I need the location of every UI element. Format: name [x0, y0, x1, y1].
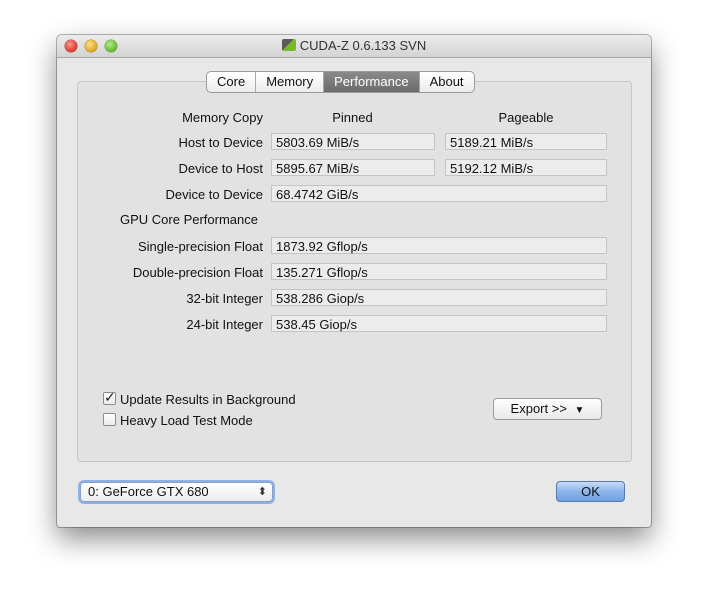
int32-value: 538.286 Giop/s — [271, 289, 607, 306]
device-to-device-label: Device to Device — [165, 187, 263, 202]
heavy-load-checkbox[interactable] — [103, 413, 116, 426]
checkmark-icon: ✓ — [104, 389, 116, 405]
window-title: CUDA-Z 0.6.133 SVN — [299, 38, 427, 53]
device-to-host-pinned-value: 5895.67 MiB/s — [271, 159, 435, 176]
device-to-host-pageable-value: 5192.12 MiB/s — [445, 159, 607, 176]
ok-button[interactable]: OK — [556, 481, 625, 502]
device-select-value: 0: GeForce GTX 680 — [88, 484, 209, 499]
double-precision-float-label: Double-precision Float — [132, 265, 263, 280]
update-background-label[interactable]: Update Results in Background — [120, 392, 296, 407]
window-title-group: CUDA-Z 0.6.133 SVN — [57, 38, 651, 53]
updown-arrows-icon: ⬍ — [257, 486, 267, 498]
tab-core[interactable]: Core — [207, 72, 257, 92]
pinned-column-header: Pinned — [332, 110, 373, 125]
cuda-z-app-icon — [281, 39, 296, 51]
gpu-core-performance-heading: GPU Core Performance — [120, 212, 258, 227]
update-background-checkbox[interactable]: ✓ — [103, 389, 116, 405]
export-button[interactable]: Export >> ▼ — [493, 398, 602, 420]
tab-performance[interactable]: Performance — [324, 72, 420, 92]
double-precision-float-value: 135.271 Gflop/s — [271, 263, 607, 280]
title-bar[interactable]: CUDA-Z 0.6.133 SVN — [57, 35, 651, 58]
tab-memory[interactable]: Memory — [256, 72, 325, 92]
pageable-column-header: Pageable — [498, 110, 554, 125]
device-to-host-label: Device to Host — [178, 161, 263, 176]
host-to-device-label: Host to Device — [178, 135, 263, 150]
dropdown-arrow-icon: ▼ — [574, 405, 585, 416]
memory-copy-heading: Memory Copy — [182, 110, 263, 125]
heavy-load-label[interactable]: Heavy Load Test Mode — [120, 413, 253, 428]
device-select[interactable]: 0: GeForce GTX 680 ⬍ — [80, 482, 273, 502]
single-precision-float-value: 1873.92 Gflop/s — [271, 237, 607, 254]
single-precision-float-label: Single-precision Float — [137, 239, 263, 254]
tab-bar: Core Memory Performance About — [206, 71, 475, 93]
host-to-device-pageable-value: 5189.21 MiB/s — [445, 133, 607, 150]
int24-value: 538.45 Giop/s — [271, 315, 607, 332]
device-to-device-value: 68.4742 GiB/s — [271, 185, 607, 202]
host-to-device-pinned-value: 5803.69 MiB/s — [271, 133, 435, 150]
tab-about[interactable]: About — [420, 72, 474, 92]
int32-label: 32-bit Integer — [186, 291, 263, 306]
int24-label: 24-bit Integer — [186, 317, 263, 332]
export-button-label: Export >> — [510, 401, 567, 416]
